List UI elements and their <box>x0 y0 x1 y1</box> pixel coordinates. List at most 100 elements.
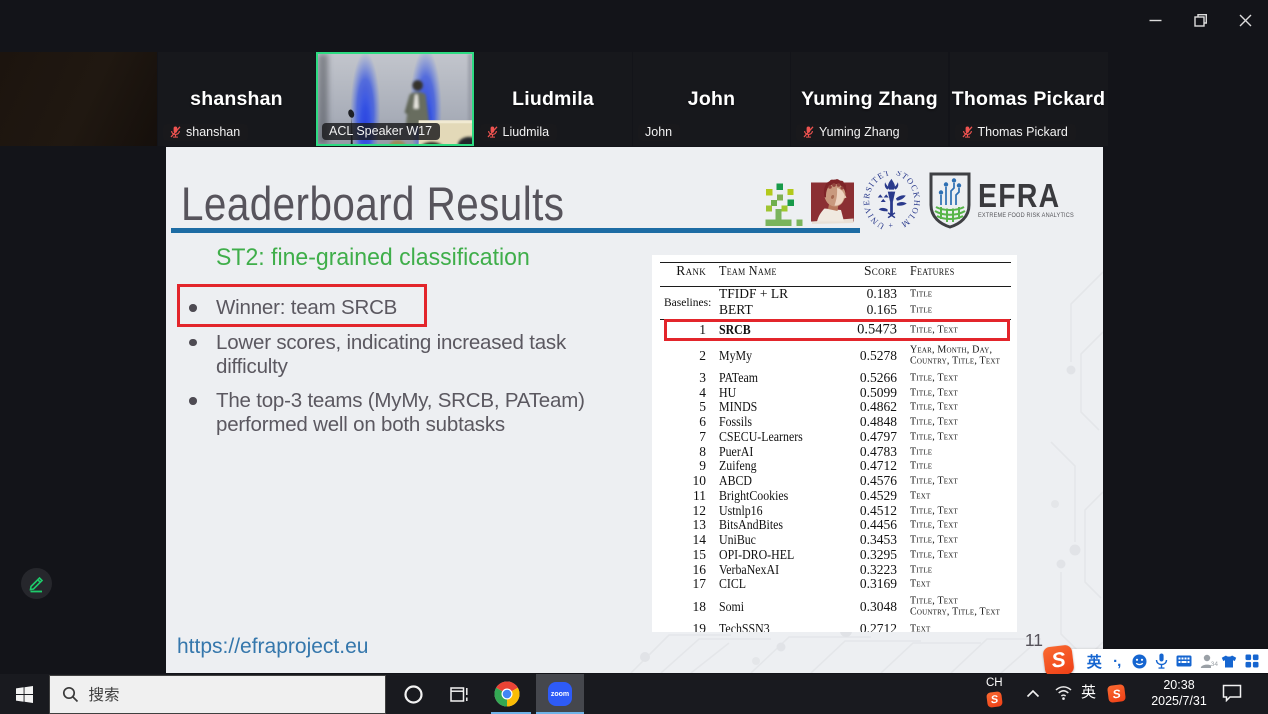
cell-score: 0.3223 <box>802 562 897 578</box>
slide-title: Leaderboard Results <box>181 176 564 231</box>
svg-text:UNIVERSITET: UNIVERSITET <box>862 171 892 230</box>
leaderboard-table: Rank Team Name Score Features Baselines:… <box>652 255 1017 632</box>
feature-line: Title, Text <box>910 416 1014 428</box>
ime-punctuation-button[interactable]: ·, <box>1106 653 1129 670</box>
taskbar-search-box[interactable]: 搜索 <box>49 675 386 714</box>
chrome-taskbar-button[interactable] <box>487 674 527 714</box>
cell-team: UniBuc <box>719 532 756 548</box>
ime-language-indicator[interactable]: 英 <box>1081 681 1096 702</box>
participant-tile-liudmila[interactable]: Liudmila Liudmila <box>475 52 632 146</box>
show-hidden-icons-button[interactable] <box>1026 686 1040 704</box>
table-row: 4HU0.5099Title, Text <box>652 385 1017 400</box>
cell-score: 0.3048 <box>802 599 897 615</box>
sogou-tray-icon[interactable]: S <box>986 691 1003 708</box>
participant-badge: Thomas Pickard <box>955 124 1076 141</box>
seal-text-left: UNIVERSITET <box>862 171 892 230</box>
project-link[interactable]: https://efraproject.eu <box>177 635 368 659</box>
participant-tile-john[interactable]: John John <box>633 52 790 146</box>
participant-tile-shanshan[interactable]: shanshan shanshan <box>158 52 315 146</box>
feature-line: Country, Title, Text <box>910 356 1014 368</box>
minimize-icon <box>1149 14 1162 27</box>
cell-features: Text <box>910 579 1014 591</box>
cell-features: Title, Text <box>910 505 1014 517</box>
table-row: 3PATeam0.5266Title, Text <box>652 371 1017 386</box>
col-header-features: Features <box>910 263 1004 279</box>
cell-features: Title, Text <box>910 402 1014 414</box>
cell-score: 0.3453 <box>802 532 897 548</box>
cell-features: Title, Text <box>910 372 1014 384</box>
cell-score: 0.4456 <box>802 517 897 533</box>
ime-skin-button[interactable] <box>1218 655 1241 668</box>
cell-score: 0.3169 <box>802 576 897 592</box>
cell-team: PATeam <box>719 370 758 386</box>
feature-line: Year, Month, Day, <box>910 344 1014 356</box>
cell-features: Title <box>910 461 1014 473</box>
feature-line: Title, Text <box>910 549 1014 561</box>
table-body: 1SRCB0.5473Title, Text2MyMy0.5278Year, M… <box>652 319 1017 632</box>
taskbar-clock[interactable]: 20:38 2025/7/31 <box>1143 677 1215 709</box>
participant-tile-acl-speaker[interactable]: ACL Speaker W17 <box>316 52 474 146</box>
participant-badge: Liudmila <box>480 124 558 141</box>
chrome-icon <box>494 681 520 707</box>
close-button[interactable] <box>1223 6 1268 34</box>
notification-icon <box>1222 684 1242 702</box>
participant-tile-yuming-zhang[interactable]: Yuming Zhang Yuming Zhang <box>791 52 948 146</box>
restore-icon <box>1194 13 1208 27</box>
cell-team: ABCD <box>719 473 752 489</box>
winner-row-highlight-box <box>664 319 1010 341</box>
feature-line: Title, Text <box>910 534 1014 546</box>
sogou-tray-icon-2[interactable]: S <box>1107 684 1126 703</box>
feature-line: Title <box>910 446 1014 458</box>
cell-rank: 12 <box>652 503 706 519</box>
ime-voice-button[interactable] <box>1151 653 1174 669</box>
participant-tile-thomas-pickard[interactable]: Thomas Pickard Thomas Pickard <box>950 52 1108 146</box>
network-icon[interactable] <box>1054 684 1073 706</box>
cortana-button[interactable] <box>396 674 430 714</box>
participant-name: Yuming Zhang <box>801 88 938 111</box>
cell-team: MyMy <box>719 348 752 364</box>
feature-line: Text <box>910 623 1014 632</box>
sogou-logo[interactable]: S <box>1042 644 1074 676</box>
table-row: 11BrightCookies0.4529Text <box>652 489 1017 504</box>
muted-mic-icon <box>962 126 973 138</box>
cell-features: Title, Text <box>910 475 1014 487</box>
emoji-icon <box>1132 654 1147 669</box>
baseline-features: Title <box>910 289 1014 301</box>
cell-team: MINDS <box>719 399 757 415</box>
cell-features: Text <box>910 623 1014 632</box>
cell-team: Somi <box>719 599 744 615</box>
restore-button[interactable] <box>1178 6 1223 34</box>
participant-tile-partial[interactable] <box>0 52 157 146</box>
zoom-taskbar-button[interactable]: zoom <box>536 674 584 714</box>
ime-account-button[interactable]: 34 <box>1196 654 1219 668</box>
start-button[interactable] <box>0 674 48 714</box>
baselines-group: Baselines: TFIDF + LR0.183TitleBERT0.165… <box>652 286 1017 319</box>
bullet-line: Lower scores, indicating increased task <box>216 331 619 355</box>
baseline-score: 0.183 <box>802 286 897 302</box>
participant-name: Thomas Pickard <box>952 88 1105 111</box>
participant-strip: shanshan shanshan <box>0 52 1268 146</box>
task-view-button[interactable] <box>440 674 478 714</box>
annotate-button[interactable] <box>21 568 52 599</box>
cell-score: 0.5278 <box>802 348 897 364</box>
cell-rank: 17 <box>652 576 706 592</box>
cell-rank: 6 <box>652 414 706 430</box>
ime-toolbox-button[interactable] <box>1241 654 1264 668</box>
ime-mode-button[interactable]: 英 <box>1083 651 1106 672</box>
baseline-team: TFIDF + LR <box>719 286 788 302</box>
action-center-button[interactable] <box>1222 684 1242 707</box>
minimize-button[interactable] <box>1133 6 1178 34</box>
feature-line: Title, Text <box>910 475 1014 487</box>
cell-rank: 5 <box>652 399 706 415</box>
ime-keyboard-button[interactable] <box>1173 655 1196 667</box>
ime-ch-indicator[interactable]: CH <box>986 677 1003 689</box>
bullet-list: Winner: team SRCBLower scores, indicatin… <box>189 296 619 448</box>
cell-team: BrightCookies <box>719 488 788 504</box>
ime-emoji-button[interactable] <box>1128 654 1151 669</box>
cell-rank: 8 <box>652 444 706 460</box>
tray-time: 20:38 <box>1163 678 1194 692</box>
col-header-score: Score <box>802 263 897 279</box>
bullet-item: The top-3 teams (MyMy, SRCB, PATeam)perf… <box>189 389 619 437</box>
table-row: 16VerbaNexAI0.3223Title <box>652 562 1017 577</box>
keyboard-icon <box>1176 655 1192 667</box>
